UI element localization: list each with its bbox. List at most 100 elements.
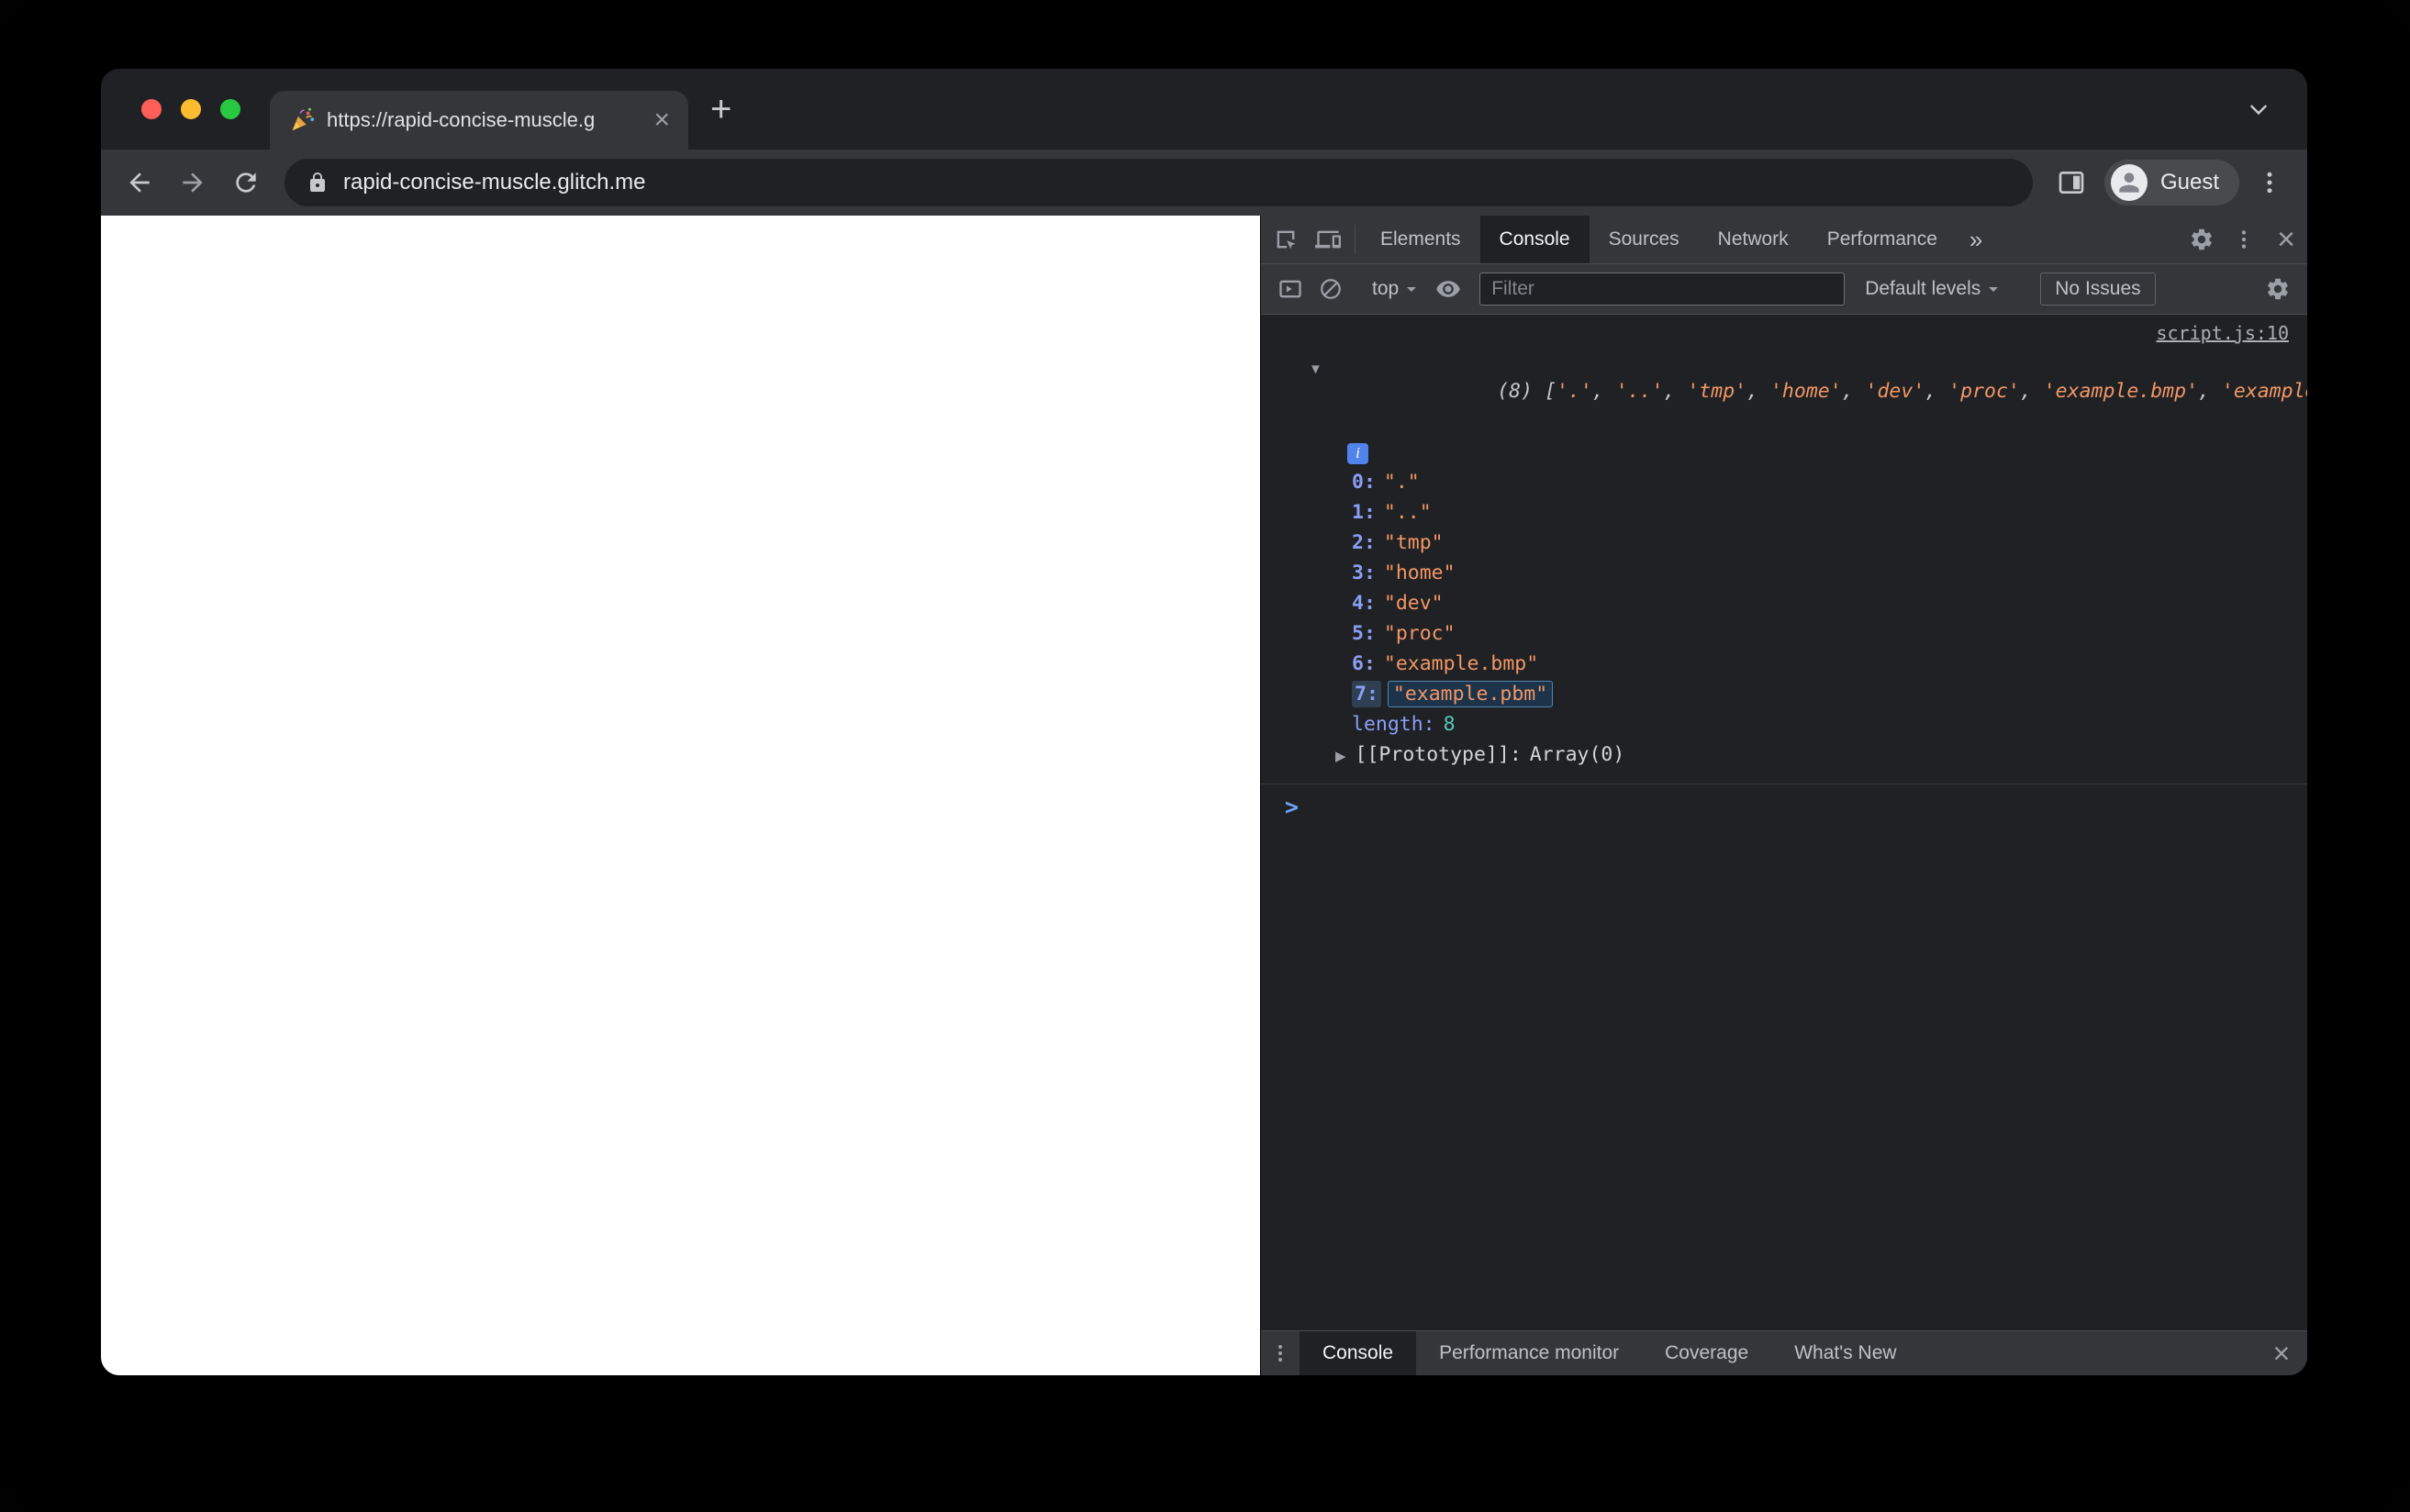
live-expression-eye-icon[interactable]	[1428, 269, 1468, 309]
source-link[interactable]: script.js:10	[2157, 322, 2290, 344]
prototype-value: Array(0)	[1529, 742, 1625, 766]
log-levels-label: Default levels	[1865, 278, 1981, 299]
drawer-menu-kebab-icon[interactable]	[1261, 1331, 1300, 1375]
drawer-close-icon[interactable]: ×	[2256, 1331, 2307, 1375]
profile-button[interactable]: Guest	[2103, 160, 2239, 206]
forward-button[interactable]	[178, 168, 207, 197]
reload-button[interactable]	[231, 168, 261, 197]
devtools-menu-kebab-icon[interactable]	[2223, 216, 2265, 263]
devtools-panel: Elements Console Sources Network Perform…	[1260, 216, 2307, 1375]
drawer-tab-console[interactable]: Console	[1300, 1331, 1417, 1375]
console-settings-gear-icon[interactable]	[2258, 269, 2298, 309]
console-output: script.js:10 ▼ (8) ['.', '..', 'tmp', 'ho…	[1261, 315, 2307, 1330]
array-value: "example.pbm"	[1387, 680, 1554, 707]
tab-performance[interactable]: Performance	[1808, 216, 1957, 263]
desktop-background: https://rapid-concise-muscle.g × + rapid…	[0, 0, 2410, 1512]
info-hint-row: i	[1261, 440, 2307, 464]
tab-elements[interactable]: Elements	[1361, 216, 1480, 263]
array-index: 1:	[1352, 500, 1376, 524]
expand-caret-icon[interactable]: ▶	[1335, 749, 1346, 764]
url-text: rapid-concise-muscle.glitch.me	[343, 170, 646, 195]
preview-item: 'example.bmp'	[2043, 380, 2199, 403]
preview-item: 'example.pbm'	[2221, 380, 2307, 403]
array-item-row: 0: "."	[1261, 467, 2307, 497]
array-item-row-highlighted[interactable]: 7: "example.pbm"	[1261, 679, 2307, 709]
array-item-row: 1: ".."	[1261, 497, 2307, 528]
prompt-chevron-icon: >	[1285, 793, 1300, 820]
filter-input[interactable]	[1479, 272, 1846, 306]
more-tabs-icon[interactable]: »	[1957, 216, 1995, 263]
array-item-row: 2: "tmp"	[1261, 528, 2307, 558]
close-window-button[interactable]	[141, 99, 162, 119]
tab-list-chevron-icon[interactable]	[2245, 95, 2272, 123]
array-value: ".."	[1383, 500, 1432, 524]
preview-item: 'tmp'	[1687, 380, 1747, 403]
side-panel-icon[interactable]	[2057, 168, 2086, 197]
preview-separator: ,	[1663, 380, 1688, 403]
page-viewport[interactable]	[101, 216, 1260, 1375]
preview-separator: ,	[1925, 380, 1949, 403]
clear-console-icon[interactable]	[1311, 269, 1351, 309]
devtools-tabbar-actions: ×	[2181, 216, 2307, 263]
browser-tab[interactable]: https://rapid-concise-muscle.g ×	[270, 91, 688, 150]
preview-separator: ,	[1746, 380, 1770, 403]
new-tab-button[interactable]: +	[710, 91, 731, 128]
preview-item: 'home'	[1769, 380, 1842, 403]
address-bar[interactable]: rapid-concise-muscle.glitch.me	[285, 159, 2033, 206]
drawer-tab-whats-new[interactable]: What's New	[1771, 1331, 1919, 1375]
log-entry-header: script.js:10	[1261, 318, 2307, 348]
tab-close-icon[interactable]: ×	[648, 106, 675, 134]
preview-item: '.'	[1556, 380, 1592, 403]
length-label: length:	[1352, 712, 1435, 736]
context-selector[interactable]: top	[1363, 278, 1428, 300]
array-index: 2:	[1352, 530, 1376, 554]
tab-network[interactable]: Network	[1699, 216, 1808, 263]
array-value: "proc"	[1383, 621, 1456, 645]
array-item-row: 3: "home"	[1261, 558, 2307, 588]
minimize-window-button[interactable]	[181, 99, 201, 119]
preview-separator: ,	[1841, 380, 1866, 403]
array-index: 6:	[1352, 651, 1376, 675]
window-content: Elements Console Sources Network Perform…	[101, 216, 2307, 1375]
device-toolbar-icon[interactable]	[1307, 216, 1349, 263]
collapse-caret-icon[interactable]: ▼	[1309, 355, 1322, 384]
preview-item: 'dev'	[1865, 380, 1925, 403]
drawer-tab-performance-monitor[interactable]: Performance monitor	[1416, 1331, 1642, 1375]
browser-toolbar: rapid-concise-muscle.glitch.me Guest	[101, 150, 2307, 216]
log-levels-selector[interactable]: Default levels	[1856, 278, 2014, 300]
array-value: "tmp"	[1383, 530, 1444, 554]
context-selector-label: top	[1372, 278, 1400, 299]
console-sidebar-icon[interactable]	[1270, 269, 1311, 309]
array-item-row: 4: "dev"	[1261, 588, 2307, 618]
lock-icon[interactable]	[307, 172, 329, 194]
array-preview-row[interactable]: ▼ (8) ['.', '..', 'tmp', 'home', 'dev', '…	[1261, 348, 2307, 436]
prototype-row[interactable]: ▶ [[Prototype]]: Array(0)	[1261, 739, 2307, 773]
settings-gear-icon[interactable]	[2181, 216, 2223, 263]
devtools-close-icon[interactable]: ×	[2265, 216, 2307, 263]
tab-console[interactable]: Console	[1479, 216, 1590, 263]
preview-separator: ,	[1591, 380, 1616, 403]
prototype-label: [[Prototype]]:	[1355, 742, 1522, 766]
party-popper-favicon-icon	[288, 106, 316, 134]
dropdown-caret-icon	[1400, 278, 1423, 300]
issues-counter-button[interactable]: No Issues	[2040, 272, 2156, 306]
inspect-element-icon[interactable]	[1265, 216, 1307, 263]
zoom-window-button[interactable]	[220, 99, 240, 119]
window-controls	[101, 99, 264, 119]
profile-label: Guest	[2159, 170, 2219, 195]
info-icon[interactable]: i	[1347, 442, 1368, 464]
browser-window: https://rapid-concise-muscle.g × + rapid…	[101, 69, 2307, 1375]
array-value: "example.bmp"	[1383, 651, 1539, 675]
back-button[interactable]	[125, 168, 154, 197]
array-value: "home"	[1383, 561, 1456, 584]
array-index: 0:	[1352, 470, 1376, 494]
browser-menu-kebab-icon[interactable]	[2256, 169, 2283, 196]
drawer-tab-coverage[interactable]: Coverage	[1642, 1331, 1771, 1375]
array-length-row: length: 8	[1261, 709, 2307, 739]
tab-sources[interactable]: Sources	[1590, 216, 1699, 263]
dropdown-caret-icon	[1982, 278, 2004, 300]
separator	[1355, 225, 1356, 254]
console-prompt[interactable]: >	[1261, 784, 2307, 820]
array-index: 5:	[1352, 621, 1376, 645]
length-value: 8	[1443, 712, 1456, 736]
